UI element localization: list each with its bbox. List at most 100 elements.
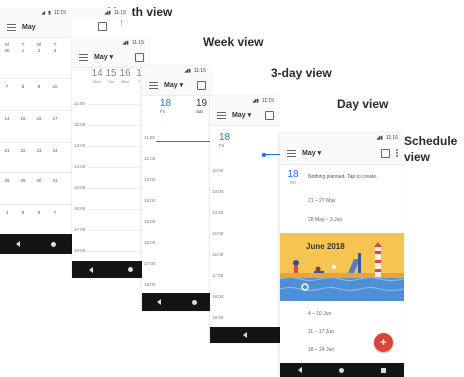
menu-icon[interactable] xyxy=(149,81,158,89)
back-icon[interactable] xyxy=(157,299,162,305)
month-day-cell[interactable]: 28 xyxy=(0,178,14,183)
more-options-icon[interactable] xyxy=(396,149,398,157)
month-day-cell[interactable]: 9 xyxy=(32,84,46,89)
status-bar: ◢▮ 11:15 xyxy=(210,96,280,105)
status-bar-month-right: ◢▮ 11:15 xyxy=(72,8,132,17)
plus-icon: + xyxy=(380,336,387,349)
status-time: 11:16 xyxy=(385,134,398,141)
recent-apps-icon[interactable] xyxy=(380,367,386,373)
home-icon[interactable] xyxy=(191,299,197,305)
today-icon[interactable] xyxy=(135,52,144,62)
week-divider xyxy=(0,204,72,205)
month-day-cell[interactable]: 10 xyxy=(48,84,62,89)
today-date: 18 Fri xyxy=(287,170,299,186)
month-day-cell[interactable]: 7 xyxy=(0,84,14,89)
month-day-cell[interactable]: 14 xyxy=(0,116,14,121)
month-dropdown[interactable]: May ▾ xyxy=(94,53,135,61)
home-icon[interactable] xyxy=(338,367,344,373)
three-day-column-header[interactable]: 18 Fri xyxy=(160,98,178,114)
week-view-label: Week view xyxy=(203,35,264,49)
status-time: 11:15 xyxy=(261,97,274,104)
month-day-cell[interactable]: 15 xyxy=(16,116,30,121)
time-label: 14:00 xyxy=(74,164,86,169)
back-icon[interactable] xyxy=(15,241,20,247)
month-day-cell[interactable]: 3 xyxy=(48,48,62,53)
app-bar: May ▾ xyxy=(210,105,280,126)
weekday-header: M xyxy=(5,42,9,47)
month-day-cell[interactable]: 1 xyxy=(16,48,30,53)
menu-icon[interactable] xyxy=(79,53,88,61)
month-day-cell[interactable]: 8 xyxy=(16,84,30,89)
hour-divider xyxy=(88,251,150,252)
month-day-cell[interactable]: 5 xyxy=(16,210,30,215)
week-range-3[interactable]: 4 – 10 Jun xyxy=(308,311,331,317)
time-label: 17:00 xyxy=(74,227,86,232)
week-divider xyxy=(0,142,72,143)
month-day-cell[interactable]: 29 xyxy=(16,178,30,183)
nav-bar xyxy=(210,327,280,343)
home-icon[interactable] xyxy=(127,267,133,272)
today-icon[interactable] xyxy=(197,80,206,90)
app-bar: May xyxy=(0,17,72,38)
month-day-cell[interactable]: 16 xyxy=(32,116,46,121)
hour-divider xyxy=(88,104,150,105)
signal-icon: ◢▮ xyxy=(184,67,191,74)
menu-icon[interactable] xyxy=(217,111,226,119)
week-range-2[interactable]: 28 May – 3 Jun xyxy=(308,217,342,223)
status-time: 11:15 xyxy=(193,67,206,74)
back-icon[interactable] xyxy=(298,367,303,373)
week-range-1[interactable]: 21 – 27 May xyxy=(308,198,336,204)
nav-bar xyxy=(142,293,212,311)
month-day-cell[interactable]: 22 xyxy=(16,148,30,153)
week-divider xyxy=(0,172,72,173)
month-day-cell[interactable]: 24 xyxy=(48,148,62,153)
week-range-4[interactable]: 11 – 17 Jun xyxy=(308,329,334,335)
month-banner: June 2018 xyxy=(280,233,404,301)
menu-icon[interactable] xyxy=(7,23,16,31)
status-bar: ◢▮ 11:15 xyxy=(0,8,72,17)
month-day-cell[interactable]: 17 xyxy=(48,116,62,121)
today-icon[interactable] xyxy=(98,22,107,31)
menu-icon[interactable] xyxy=(287,149,296,157)
time-label: 16:00 xyxy=(212,252,224,257)
month-day-cell[interactable]: 4 xyxy=(0,210,14,215)
month-day-cell[interactable]: 23 xyxy=(32,148,46,153)
month-dropdown[interactable]: May ▾ xyxy=(302,149,381,157)
signal-icon: ◢▮ xyxy=(122,39,129,46)
hour-divider xyxy=(88,209,150,210)
back-icon[interactable] xyxy=(243,332,247,338)
back-icon[interactable] xyxy=(89,266,94,273)
time-label: 12:00 xyxy=(144,156,156,161)
month-day-cell[interactable]: 21 xyxy=(0,148,14,153)
three-day-name: Fri xyxy=(160,109,166,114)
month-day-cell[interactable]: 30 xyxy=(32,178,46,183)
month-day-cell[interactable]: 6 xyxy=(32,210,46,215)
month-day-cell[interactable]: 31 xyxy=(48,178,62,183)
month-dropdown[interactable]: May xyxy=(22,24,72,31)
time-label: 13:00 xyxy=(74,143,86,148)
week-divider xyxy=(0,78,72,79)
nothing-planned-text[interactable]: Nothing planned. Tap to create. xyxy=(308,174,377,180)
month-day-cell[interactable]: 7 xyxy=(48,210,62,215)
create-event-button[interactable]: + xyxy=(374,333,393,352)
month-day-cell[interactable]: 2 xyxy=(32,48,46,53)
month-day-cell[interactable]: 30 xyxy=(0,48,14,53)
today-icon[interactable] xyxy=(381,148,390,158)
today-name: Fri xyxy=(290,180,296,185)
time-label: 18:00 xyxy=(212,294,224,299)
today-icon[interactable] xyxy=(265,110,274,120)
battery-icon: ▮ xyxy=(48,9,51,16)
status-time: 11:15 xyxy=(131,39,144,46)
month-dropdown[interactable]: May ▾ xyxy=(164,81,197,89)
home-icon[interactable] xyxy=(51,241,57,247)
schedule-view-screen: ◢▮ 11:16 May ▾ 18 Fri Nothing planned. T… xyxy=(280,133,404,377)
app-bar: May ▾ xyxy=(280,142,404,165)
nav-bar xyxy=(0,234,72,254)
time-label: 16:00 xyxy=(144,240,156,245)
month-dropdown[interactable]: May ▾ xyxy=(232,111,265,119)
more-options-icon[interactable]: ⋮ xyxy=(118,20,125,27)
week-range-5[interactable]: 18 – 24 Jun xyxy=(308,347,334,353)
time-label: 17:00 xyxy=(212,273,224,278)
day-name: Fri xyxy=(219,143,225,148)
time-label: 15:00 xyxy=(144,219,156,224)
